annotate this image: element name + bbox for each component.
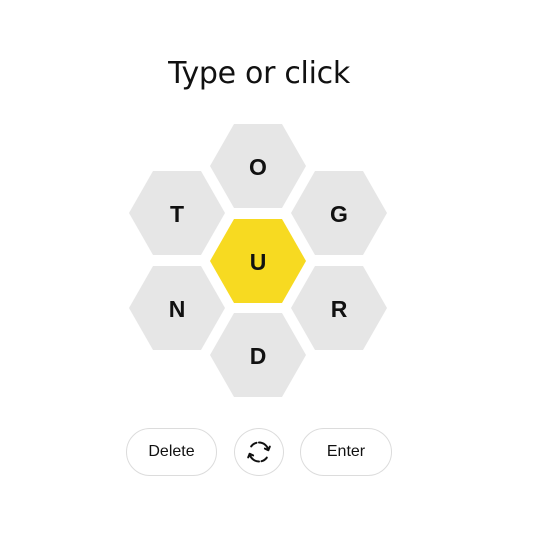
hex-bottom[interactable]: D [210,313,306,397]
hex-upper-right[interactable]: G [291,171,387,255]
hex-lower-left[interactable]: N [129,266,225,350]
hex-cell-upper-left[interactable] [129,171,225,255]
shuffle-button[interactable] [234,428,284,476]
delete-button-label: Delete [148,443,195,460]
hex-upper-left[interactable]: T [129,171,225,255]
hex-cell-upper-right[interactable] [291,171,387,255]
spelling-bee-board: Type or click O T G N R D U Delete Enter [0,0,535,548]
hex-cell-bottom[interactable] [210,313,306,397]
hex-cell-top[interactable] [210,124,306,208]
enter-button-label: Enter [326,443,366,460]
hex-cell-lower-right[interactable] [291,266,387,350]
hex-lower-right[interactable]: R [291,266,387,350]
enter-button[interactable]: Enter [300,428,392,476]
shuffle-icon [247,441,271,463]
controls-row: Delete Enter [0,428,535,478]
hex-center[interactable]: U [210,219,306,303]
hex-cell-center[interactable] [210,219,306,303]
hex-top[interactable]: O [210,124,306,208]
hex-cell-lower-left[interactable] [129,266,225,350]
delete-button[interactable]: Delete [126,428,217,476]
